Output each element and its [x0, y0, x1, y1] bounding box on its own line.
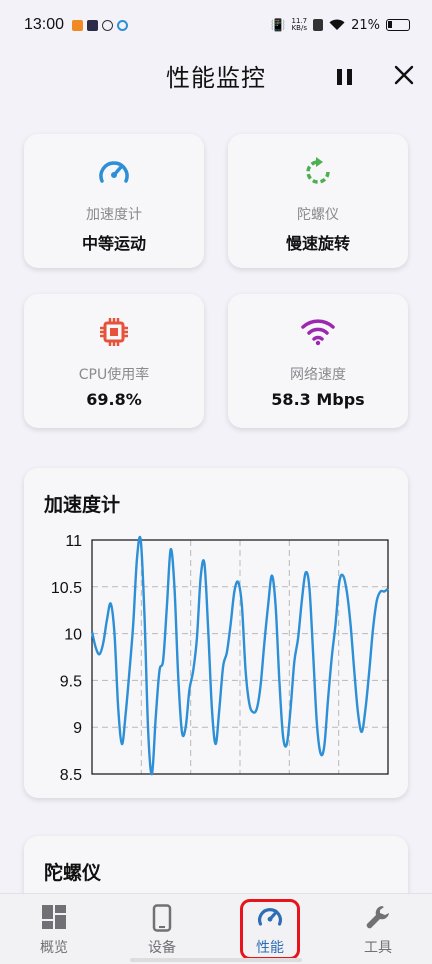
card-value: 中等运动: [81, 234, 146, 253]
app-notification-icon: [102, 19, 114, 31]
y-tick-label: 8.5: [60, 767, 82, 784]
wifi-status-icon: [329, 19, 345, 30]
accelerometer-chart-card: 加速度计 8.5 9 9.5 10 10.5 11: [24, 468, 408, 798]
close-button[interactable]: [392, 64, 416, 88]
nav-label: 工具: [364, 940, 392, 956]
app-header: 性能监控: [0, 50, 432, 106]
card-label: 陀螺仪: [297, 207, 339, 223]
sim-icon: [313, 19, 324, 31]
accelerometer-chart: 8.5 9 9.5 10 10.5 11: [51, 533, 389, 784]
speedometer-icon: [99, 161, 129, 183]
chart-title: 陀螺仪: [44, 862, 102, 884]
status-time: 13:00: [24, 16, 65, 33]
status-bar: 13:00 📳 11.7 KB/s 21%: [0, 0, 432, 50]
nav-label: 设备: [148, 940, 176, 956]
app-notification-icon: [87, 19, 99, 31]
card-value: 58.3 Mbps: [271, 390, 365, 409]
cpu-card[interactable]: CPU使用率 69.8%: [24, 294, 204, 428]
y-tick-label: 10: [64, 627, 82, 644]
y-tick-label: 9.5: [60, 673, 82, 690]
pause-button[interactable]: [334, 66, 356, 88]
app-notification-icon: [117, 19, 129, 31]
y-tick-label: 10.5: [51, 580, 82, 597]
pause-icon: [347, 69, 352, 85]
bottom-nav: 概览 设备 性能 工具: [0, 893, 432, 964]
accelerometer-card[interactable]: 加速度计 中等运动: [24, 134, 204, 268]
nav-label: 概览: [40, 940, 68, 956]
notification-icons: [72, 19, 129, 31]
card-label: CPU使用率: [78, 367, 150, 383]
nav-device[interactable]: 设备: [108, 894, 216, 964]
wifi-icon: [301, 319, 335, 346]
page-title: 性能监控: [166, 64, 266, 92]
nav-overview[interactable]: 概览: [0, 894, 108, 964]
active-tab-highlight: [240, 899, 300, 960]
home-indicator: [130, 958, 302, 962]
nav-tools[interactable]: 工具: [324, 894, 432, 964]
phone-icon: [152, 904, 172, 932]
app-notification-icon: [72, 19, 84, 31]
pause-icon: [337, 69, 342, 85]
gyroscope-card[interactable]: 陀螺仪 慢速旋转: [228, 134, 408, 268]
card-value: 69.8%: [86, 390, 142, 409]
close-icon: [394, 65, 414, 85]
vibrate-icon: 📳: [270, 18, 286, 32]
net-speed: 11.7 KB/s: [291, 17, 308, 32]
wrench-icon: [366, 906, 389, 929]
card-value: 慢速旋转: [285, 234, 350, 253]
rotate-icon: [306, 157, 330, 184]
network-card[interactable]: 网络速度 58.3 Mbps: [228, 294, 408, 428]
battery-percent: 21%: [351, 17, 380, 33]
y-tick-label: 9: [73, 720, 82, 737]
y-tick-label: 11: [65, 533, 82, 550]
card-label: 加速度计: [86, 207, 142, 223]
battery-icon: [386, 19, 410, 31]
dashboard-icon: [42, 905, 66, 929]
cpu-icon: [100, 318, 128, 346]
card-label: 网络速度: [290, 367, 346, 383]
